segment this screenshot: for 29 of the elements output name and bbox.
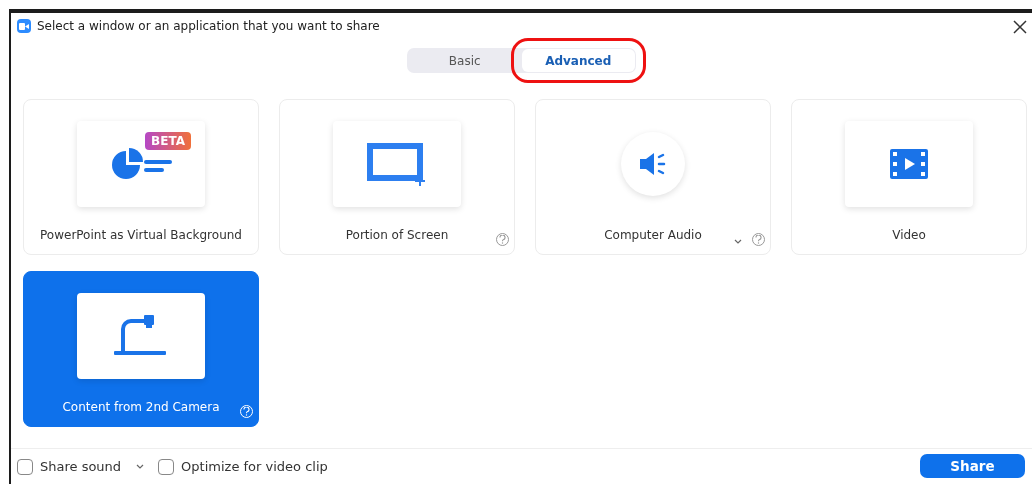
checkbox[interactable]: [17, 458, 33, 475]
speaker-icon: [638, 152, 668, 176]
checkbox[interactable]: [158, 458, 175, 475]
view-tab[interactable]: Advanced: [521, 49, 635, 72]
beta-badge: BETA: [145, 132, 191, 150]
chevron-down-icon[interactable]: [734, 239, 742, 244]
share-option-card[interactable]: Computer Audio: [535, 99, 771, 255]
app-logo-icon: [17, 19, 31, 33]
screen-portion-icon: [366, 142, 428, 186]
pie-chart-icon: [110, 146, 172, 182]
option-label: Computer Audio: [604, 228, 702, 242]
share-option-card[interactable]: Portion of Screen: [279, 99, 515, 255]
window-title: Select a window or an application that you want to share: [37, 19, 380, 33]
option-label: PowerPoint as Virtual Background: [40, 228, 242, 242]
view-tab[interactable]: Basic: [408, 49, 522, 72]
share-option-card[interactable]: BETA PowerPoint as Virtual Background: [23, 99, 259, 255]
help-icon[interactable]: [752, 233, 765, 246]
checkbox-label[interactable]: Optimize for video clip: [181, 459, 328, 474]
share-option-card[interactable]: Content from 2nd Camera: [23, 271, 259, 427]
checkbox-label[interactable]: Share sound: [40, 459, 122, 474]
option-label: Content from 2nd Camera: [62, 400, 220, 414]
help-icon[interactable]: [496, 233, 509, 246]
share-button[interactable]: Share: [920, 454, 1025, 478]
option-label: Video: [892, 228, 926, 242]
document-camera-icon: [114, 315, 168, 357]
chevron-down-icon[interactable]: [136, 464, 145, 469]
film-play-icon: [890, 149, 928, 179]
option-label: Portion of Screen: [345, 228, 449, 242]
share-option-card[interactable]: Video: [791, 99, 1027, 255]
